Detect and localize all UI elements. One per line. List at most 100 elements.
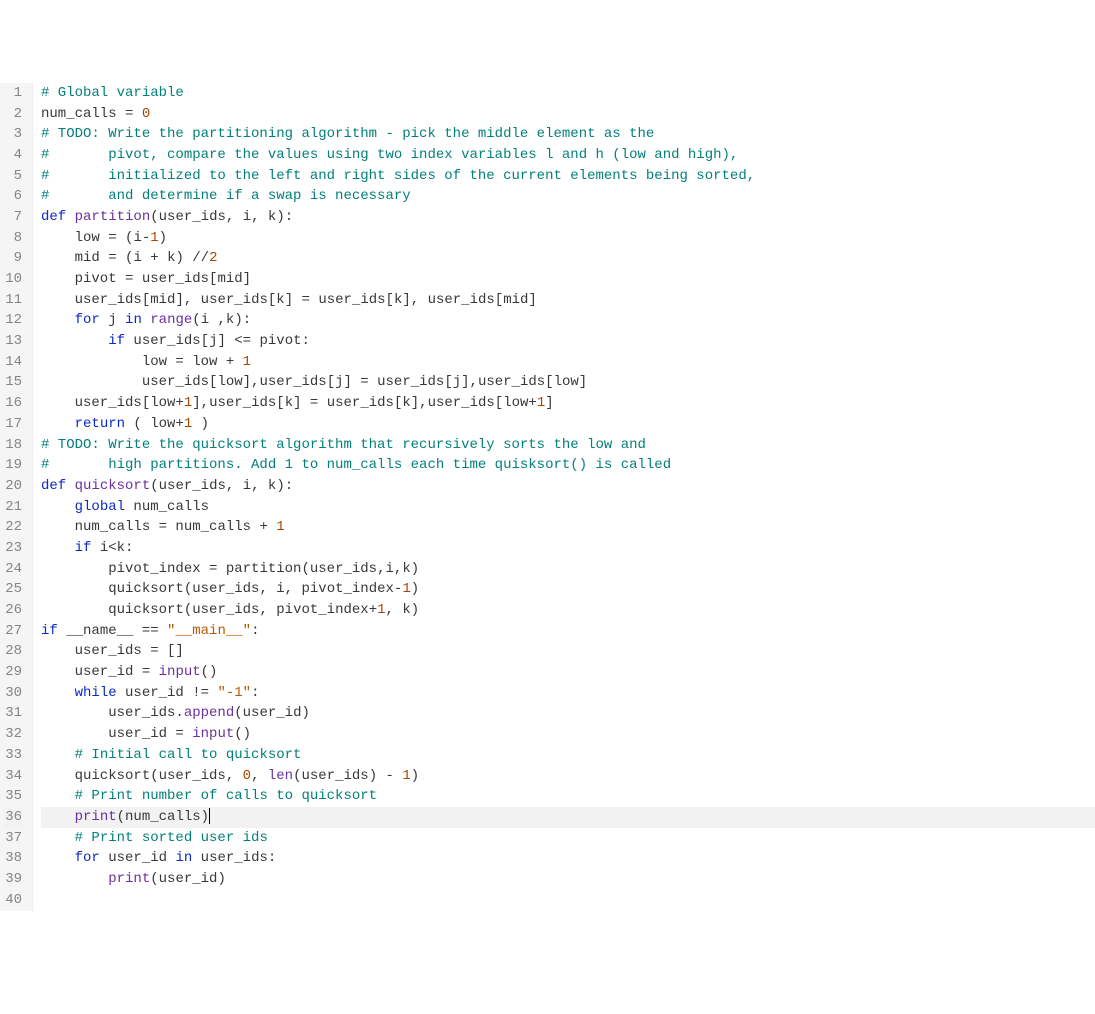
token-op: ( [150,871,158,887]
line-number: 35 [4,786,22,807]
token-op: : [125,540,133,556]
token-id: user_ids [41,292,142,308]
token-kw: if [41,623,58,639]
token-op: ) [411,581,419,597]
token-id: num_calls [125,499,209,515]
token-comment: # TODO: Write the partitioning algorithm… [41,126,654,142]
line-number: 11 [4,290,22,311]
token-id [41,788,75,804]
token-op: - [142,230,150,246]
token-op: + [528,395,536,411]
code-line: user_id = input() [41,662,1095,683]
code-line: def partition(user_ids, i, k): [41,207,1095,228]
token-op: ( [184,581,192,597]
token-op: ], [192,395,209,411]
token-id: j [335,374,343,390]
code-line: pivot = user_ids[mid] [41,269,1095,290]
code-line: return ( low+1 ) [41,414,1095,435]
token-id: i [133,250,150,266]
token-op: , [251,209,268,225]
code-line: # TODO: Write the partitioning algorithm… [41,124,1095,145]
token-str: "-1" [217,685,251,701]
token-id: user_ids [142,271,209,287]
line-number: 36 [4,807,22,828]
token-id [41,540,75,556]
token-str: "__main__" [167,623,251,639]
token-id: user_id [41,726,175,742]
token-op: < [108,540,116,556]
line-number: 17 [4,414,22,435]
token-op: , [251,768,268,784]
token-op: ) [411,561,419,577]
line-number: 37 [4,828,22,849]
token-op: ] [243,271,251,287]
token-comment: # Print number of calls to quicksort [75,788,377,804]
code-line: num_calls = 0 [41,104,1095,125]
token-id: user_ids [327,395,394,411]
token-op: , [226,768,243,784]
code-line: user_ids[low+1],user_ids[k] = user_ids[k… [41,393,1095,414]
token-id: user_ids [41,395,142,411]
token-comment: # Global variable [41,85,184,101]
token-id: user_ids [41,705,175,721]
token-id: i [201,312,218,328]
line-number: 33 [4,745,22,766]
token-id: low [150,416,175,432]
token-op: ], [243,374,260,390]
token-op: = [142,664,159,680]
token-id: low [150,395,175,411]
token-op: ) [411,602,419,618]
token-kw: if [108,333,125,349]
token-id: __name__ [58,623,142,639]
token-id: j [100,312,125,328]
token-op: ] [545,395,553,411]
code-line: for j in range(i ,k): [41,310,1095,331]
token-id [41,809,75,825]
code-line: user_ids[mid], user_ids[k] = user_ids[k]… [41,290,1095,311]
token-op: ( [293,768,301,784]
line-number: 12 [4,310,22,331]
token-op: : [251,685,259,701]
line-number: 24 [4,559,22,580]
token-kw: in [125,312,142,328]
line-number: 10 [4,269,22,290]
token-op: ] = [293,395,327,411]
token-op: ): [276,209,293,225]
token-id: i [276,581,284,597]
token-op: ], [175,292,200,308]
token-op: ( [125,416,150,432]
code-area[interactable]: # Global variable num_calls = 0# TODO: Wr… [33,83,1095,911]
token-op: , [386,602,403,618]
token-op: ) [411,768,419,784]
token-op: = [159,519,167,535]
code-line: # Initial call to quicksort [41,745,1095,766]
token-op: ): [234,312,251,328]
code-line: if i<k: [41,538,1095,559]
token-op: () [234,726,251,742]
line-number: 29 [4,662,22,683]
line-number: 9 [4,248,22,269]
token-op: ] [528,292,536,308]
code-line: quicksort(user_ids, i, pivot_index-1) [41,579,1095,600]
token-num: 1 [537,395,545,411]
line-number: 20 [4,476,22,497]
token-op: = [125,271,142,287]
line-number: 39 [4,869,22,890]
token-func: append [184,705,234,721]
token-op: ] <= [217,333,259,349]
code-line: # pivot, compare the values using two in… [41,145,1095,166]
token-id: num_calls [167,519,259,535]
text-cursor [209,808,210,824]
token-id [41,416,75,432]
code-line: def quicksort(user_ids, i, k): [41,476,1095,497]
token-id: k [276,292,284,308]
token-id: low [217,374,242,390]
token-id [41,499,75,515]
token-id: num_calls [41,519,159,535]
token-op: , [377,561,385,577]
token-num: 1 [276,519,284,535]
token-op: , [218,312,226,328]
code-line: # Print sorted user ids [41,828,1095,849]
token-op: + [175,395,183,411]
line-number: 28 [4,641,22,662]
